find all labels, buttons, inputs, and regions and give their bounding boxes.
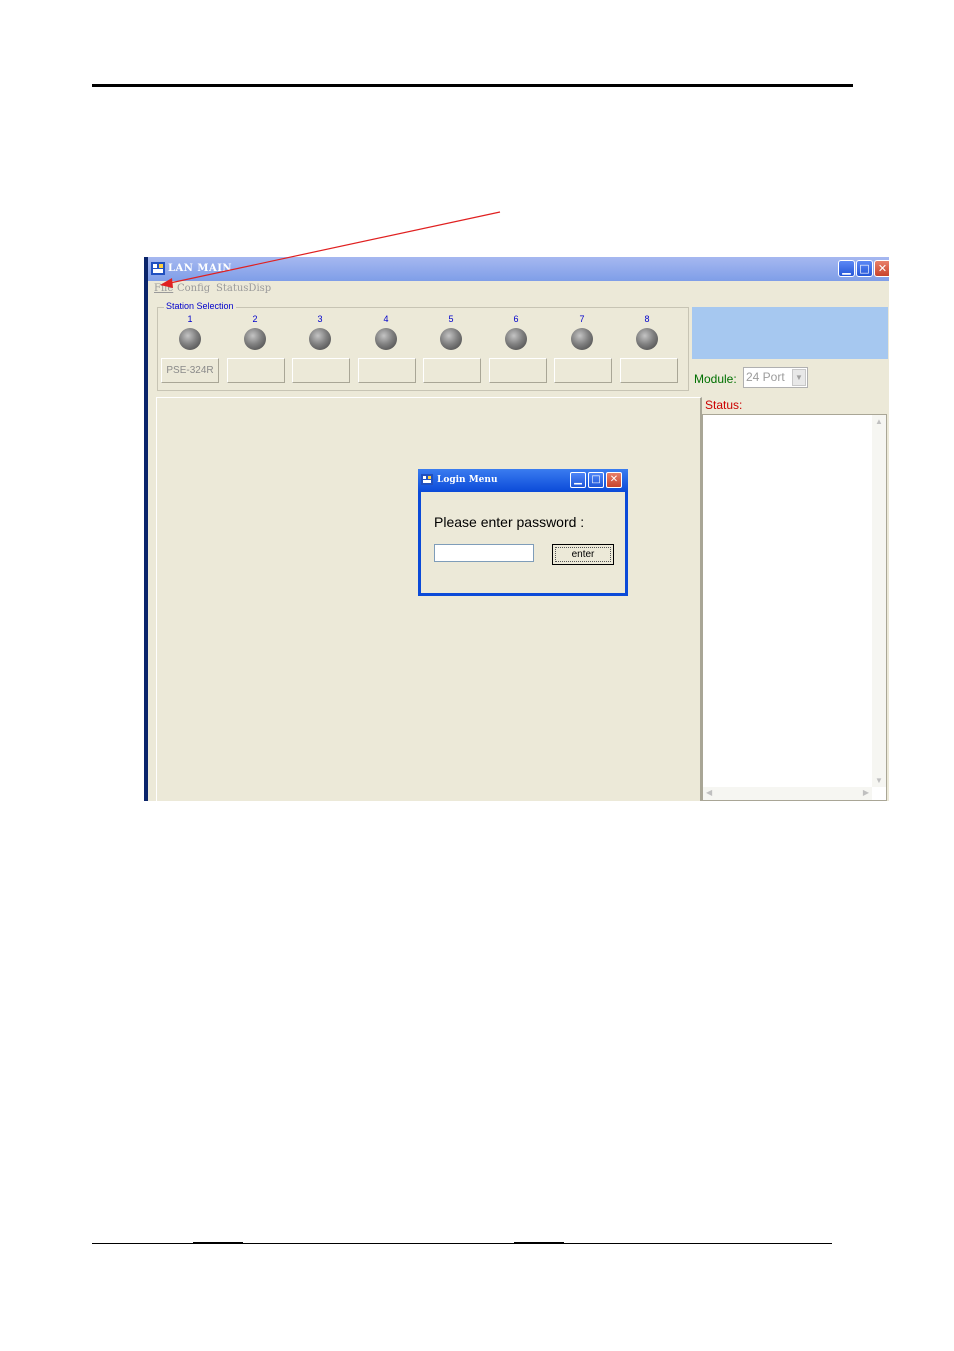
station-selection-label: Station Selection	[164, 301, 236, 311]
password-input[interactable]	[434, 544, 534, 562]
close-icon: ✕	[609, 474, 619, 485]
close-icon: ✕	[877, 262, 888, 275]
main-workspace	[156, 397, 702, 801]
station-number-1: 1	[187, 314, 193, 324]
station-button-3[interactable]	[292, 358, 350, 383]
menu-bar: File Config StatusDisp	[148, 281, 889, 298]
minimize-button[interactable]: ▁	[838, 260, 855, 277]
login-dialog: Login Menu ▁ □ ✕ Please enter password :…	[418, 469, 628, 596]
station-led-7	[571, 328, 593, 350]
minimize-icon: ▁	[574, 474, 582, 485]
lan-main-window: LAN MAIN ▁ □ ✕ File Config StatusDisp St…	[144, 257, 889, 801]
menu-file[interactable]: File	[154, 283, 173, 294]
station-button-5[interactable]	[423, 358, 481, 383]
app-icon	[151, 262, 165, 275]
station-number-5: 5	[448, 314, 454, 324]
maximize-button[interactable]: □	[856, 260, 873, 277]
station-number-4: 4	[383, 314, 389, 324]
dialog-app-icon	[421, 474, 433, 485]
dialog-close-button[interactable]: ✕	[606, 472, 622, 488]
footer-rule-segment	[514, 1242, 564, 1244]
enter-button[interactable]: enter	[552, 544, 614, 565]
password-prompt: Please enter password :	[434, 514, 585, 530]
header-rule	[92, 84, 853, 87]
menu-config[interactable]: Config	[177, 283, 210, 294]
status-log[interactable]: ▲ ▼ ◀ ▶	[702, 414, 887, 801]
station-number-3: 3	[317, 314, 323, 324]
station-number-6: 6	[513, 314, 519, 324]
dialog-minimize-button[interactable]: ▁	[570, 472, 586, 488]
module-selected-value: 24 Port	[746, 370, 785, 384]
scroll-down-icon[interactable]: ▼	[875, 776, 883, 785]
status-horizontal-scrollbar[interactable]: ◀ ▶	[703, 787, 872, 800]
station-button-6[interactable]	[489, 358, 547, 383]
window-title: LAN MAIN	[168, 263, 233, 274]
module-label: Module:	[694, 372, 737, 386]
station-number-2: 2	[252, 314, 258, 324]
footer-rule-segment	[193, 1242, 243, 1244]
station-button-1[interactable]: PSE-324R	[161, 358, 219, 383]
maximize-icon: □	[859, 262, 870, 275]
station-led-5	[440, 328, 462, 350]
station-button-7[interactable]	[554, 358, 612, 383]
scroll-up-icon[interactable]: ▲	[875, 417, 883, 426]
station-number-8: 8	[644, 314, 650, 324]
menu-statusdisp[interactable]: StatusDisp	[216, 283, 271, 294]
station-button-4[interactable]	[358, 358, 416, 383]
dropdown-arrow-icon[interactable]: ▼	[792, 369, 806, 386]
scroll-right-icon[interactable]: ▶	[863, 788, 869, 797]
station-selection-group: Station Selection 1 2 3 4 5 6 7 8 PSE-32…	[157, 301, 689, 391]
station-led-2	[244, 328, 266, 350]
station-led-3	[309, 328, 331, 350]
station-led-8	[636, 328, 658, 350]
station-button-2[interactable]	[227, 358, 285, 383]
dialog-maximize-button[interactable]: □	[588, 472, 604, 488]
station-led-1	[179, 328, 201, 350]
login-dialog-titlebar[interactable]: Login Menu ▁ □ ✕	[418, 469, 628, 492]
minimize-icon: ▁	[842, 262, 851, 275]
status-label: Status:	[705, 398, 743, 412]
station-number-7: 7	[579, 314, 585, 324]
scroll-left-icon[interactable]: ◀	[706, 788, 712, 797]
module-select[interactable]: 24 Port ▼	[743, 367, 808, 388]
info-panel	[692, 307, 888, 359]
station-button-8[interactable]	[620, 358, 678, 383]
login-dialog-title: Login Menu	[437, 475, 498, 485]
station-led-6	[505, 328, 527, 350]
close-button[interactable]: ✕	[874, 260, 889, 277]
maximize-icon: □	[591, 474, 601, 485]
status-vertical-scrollbar[interactable]: ▲ ▼	[872, 415, 886, 787]
window-titlebar[interactable]: LAN MAIN ▁ □ ✕	[148, 257, 889, 281]
station-led-4	[375, 328, 397, 350]
